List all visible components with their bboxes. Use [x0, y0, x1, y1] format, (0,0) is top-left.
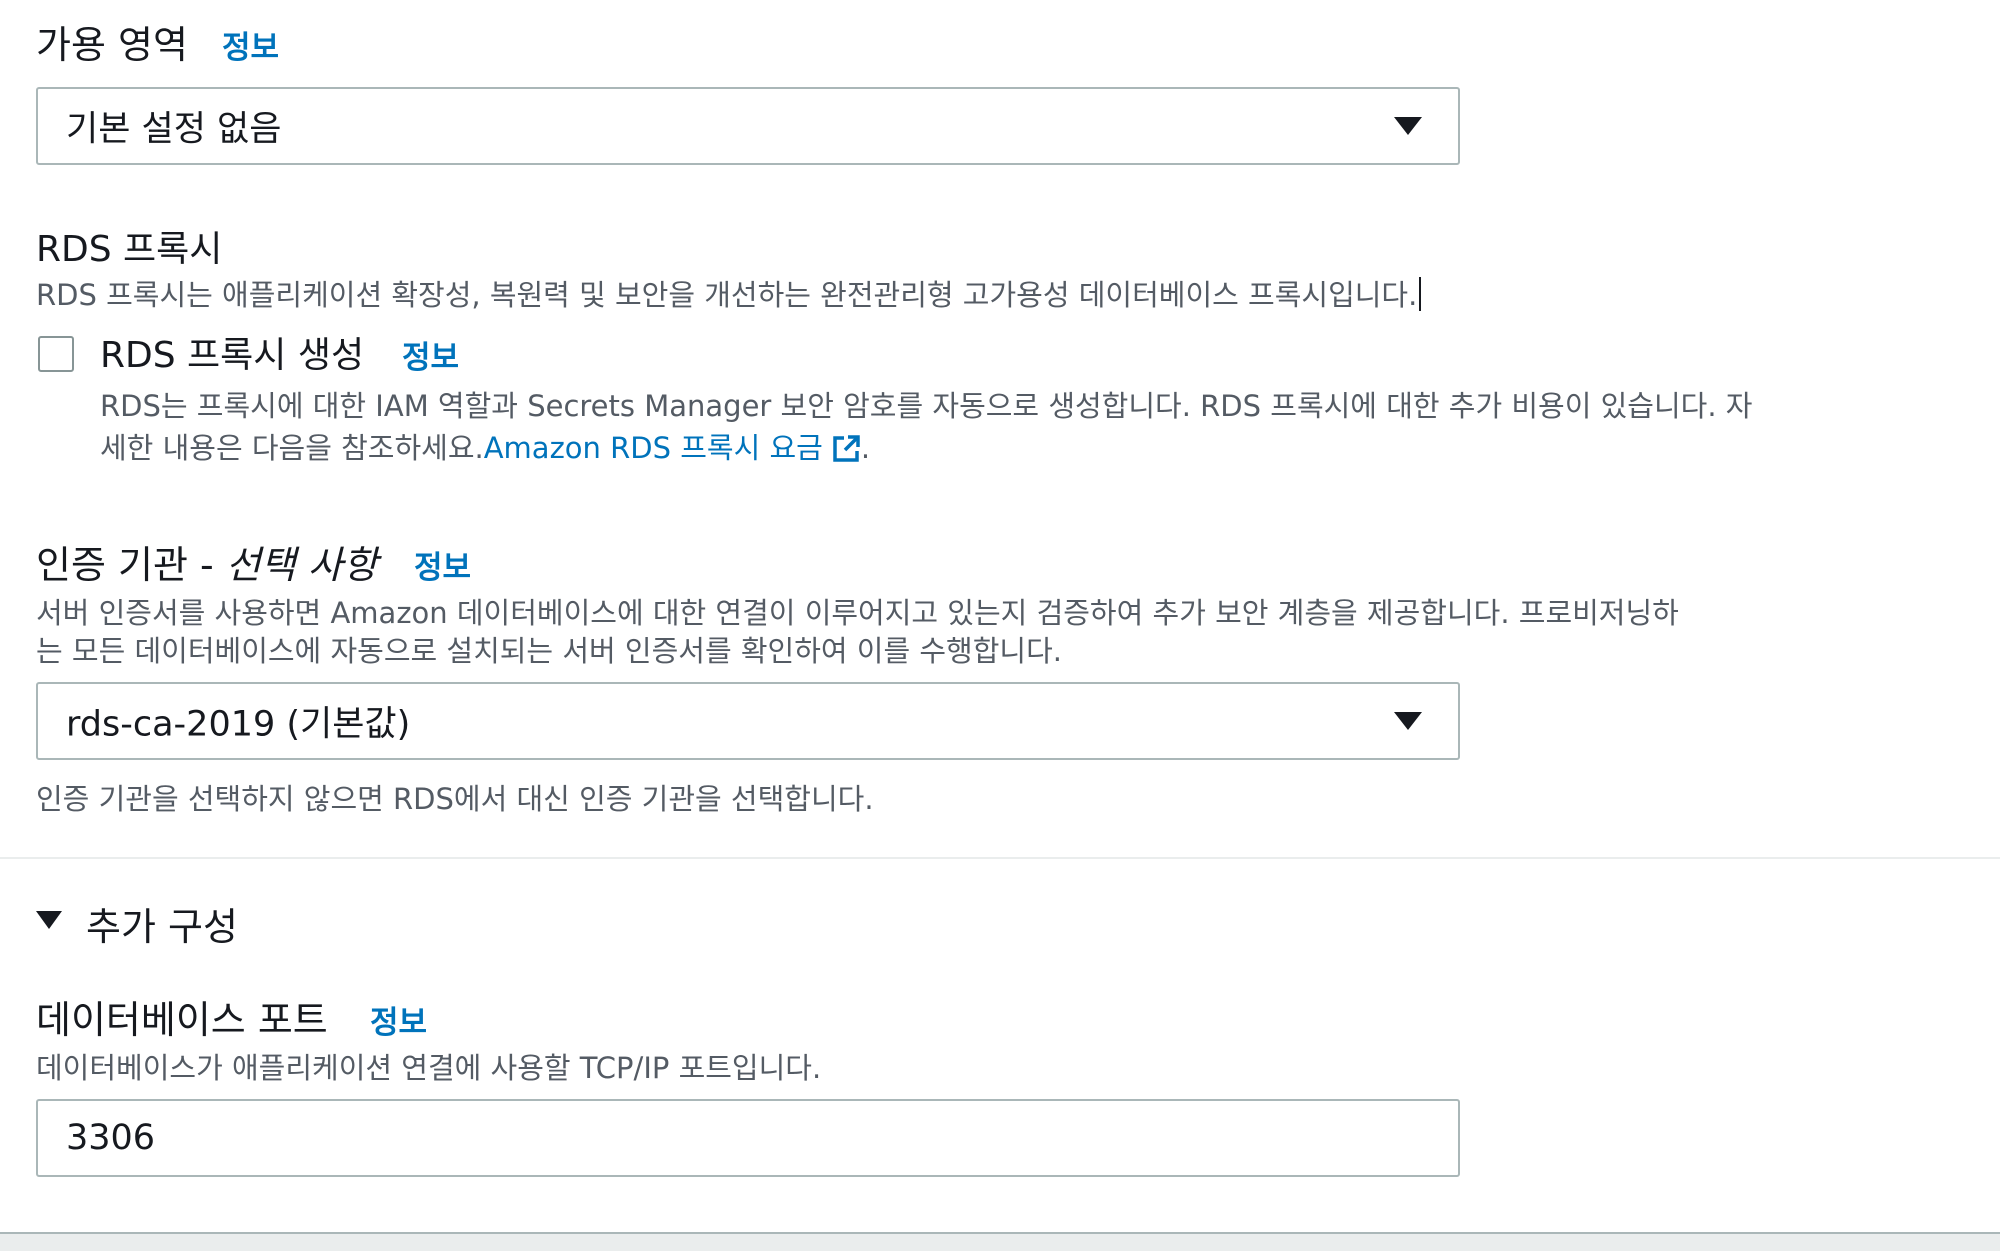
create-rds-proxy-checkbox[interactable]	[38, 336, 74, 372]
certificate-authority-description-line2: 는 모든 데이터베이스에 자동으로 설치되는 서버 인증서를 확인하여 이를 수…	[36, 634, 1062, 668]
section-divider	[0, 857, 2000, 859]
optional-label: 선택 사항	[225, 543, 378, 587]
availability-zone-selected-value: 기본 설정 없음	[66, 109, 282, 150]
rds-proxy-description: RDS 프록시는 애플리케이션 확장성, 복원력 및 보안을 개선하는 완전관리…	[36, 272, 1422, 314]
database-port-label: 데이터베이스 포트	[36, 998, 328, 1042]
rds-proxy-heading: RDS 프록시	[36, 229, 223, 270]
database-port-input[interactable]	[36, 1099, 1460, 1177]
caret-down-icon	[1394, 117, 1422, 135]
certificate-authority-selected-value: rds-ca-2019 (기본값)	[66, 704, 411, 745]
external-link-icon[interactable]	[831, 434, 861, 464]
database-port-description: 데이터베이스가 애플리케이션 연결에 사용할 TCP/IP 포트입니다.	[36, 1051, 822, 1085]
rds-proxy-detail-line2: 세한 내용은 다음을 참조하세요.Amazon RDS 프록시 요금.	[100, 431, 871, 465]
rds-proxy-info-link[interactable]: 정보	[402, 332, 459, 377]
expand-caret-icon[interactable]	[36, 911, 62, 929]
availability-zone-select[interactable]: 기본 설정 없음	[36, 87, 1460, 165]
certificate-authority-select[interactable]: rds-ca-2019 (기본값)	[36, 682, 1460, 760]
certificate-authority-label: 인증 기관 - 선택 사항	[36, 543, 378, 587]
certificate-authority-hint: 인증 기관을 선택하지 않으면 RDS에서 대신 인증 기관을 선택합니다.	[36, 782, 874, 816]
caret-down-icon	[1394, 712, 1422, 730]
panel-bottom-border	[0, 1232, 2000, 1251]
certificate-authority-description-line1: 서버 인증서를 사용하면 Amazon 데이터베이스에 대한 연결이 이루어지고…	[36, 596, 1679, 630]
rds-proxy-pricing-link[interactable]: Amazon RDS 프록시 요금	[484, 431, 823, 465]
additional-config-toggle[interactable]: 추가 구성	[86, 896, 238, 951]
rds-proxy-detail-line1: RDS는 프록시에 대한 IAM 역할과 Secrets Manager 보안 …	[100, 389, 1753, 423]
create-rds-proxy-label[interactable]: RDS 프록시 생성	[100, 326, 364, 378]
database-port-info-link[interactable]: 정보	[370, 997, 427, 1042]
availability-zone-label: 가용 영역	[36, 23, 188, 67]
availability-zone-info-link[interactable]: 정보	[222, 22, 279, 67]
certificate-authority-info-link[interactable]: 정보	[414, 542, 471, 587]
text-cursor	[1419, 277, 1422, 311]
rds-create-database-form: 가용 영역 정보 기본 설정 없음 RDS 프록시 RDS 프록시는 애플리케이…	[0, 0, 2000, 1251]
